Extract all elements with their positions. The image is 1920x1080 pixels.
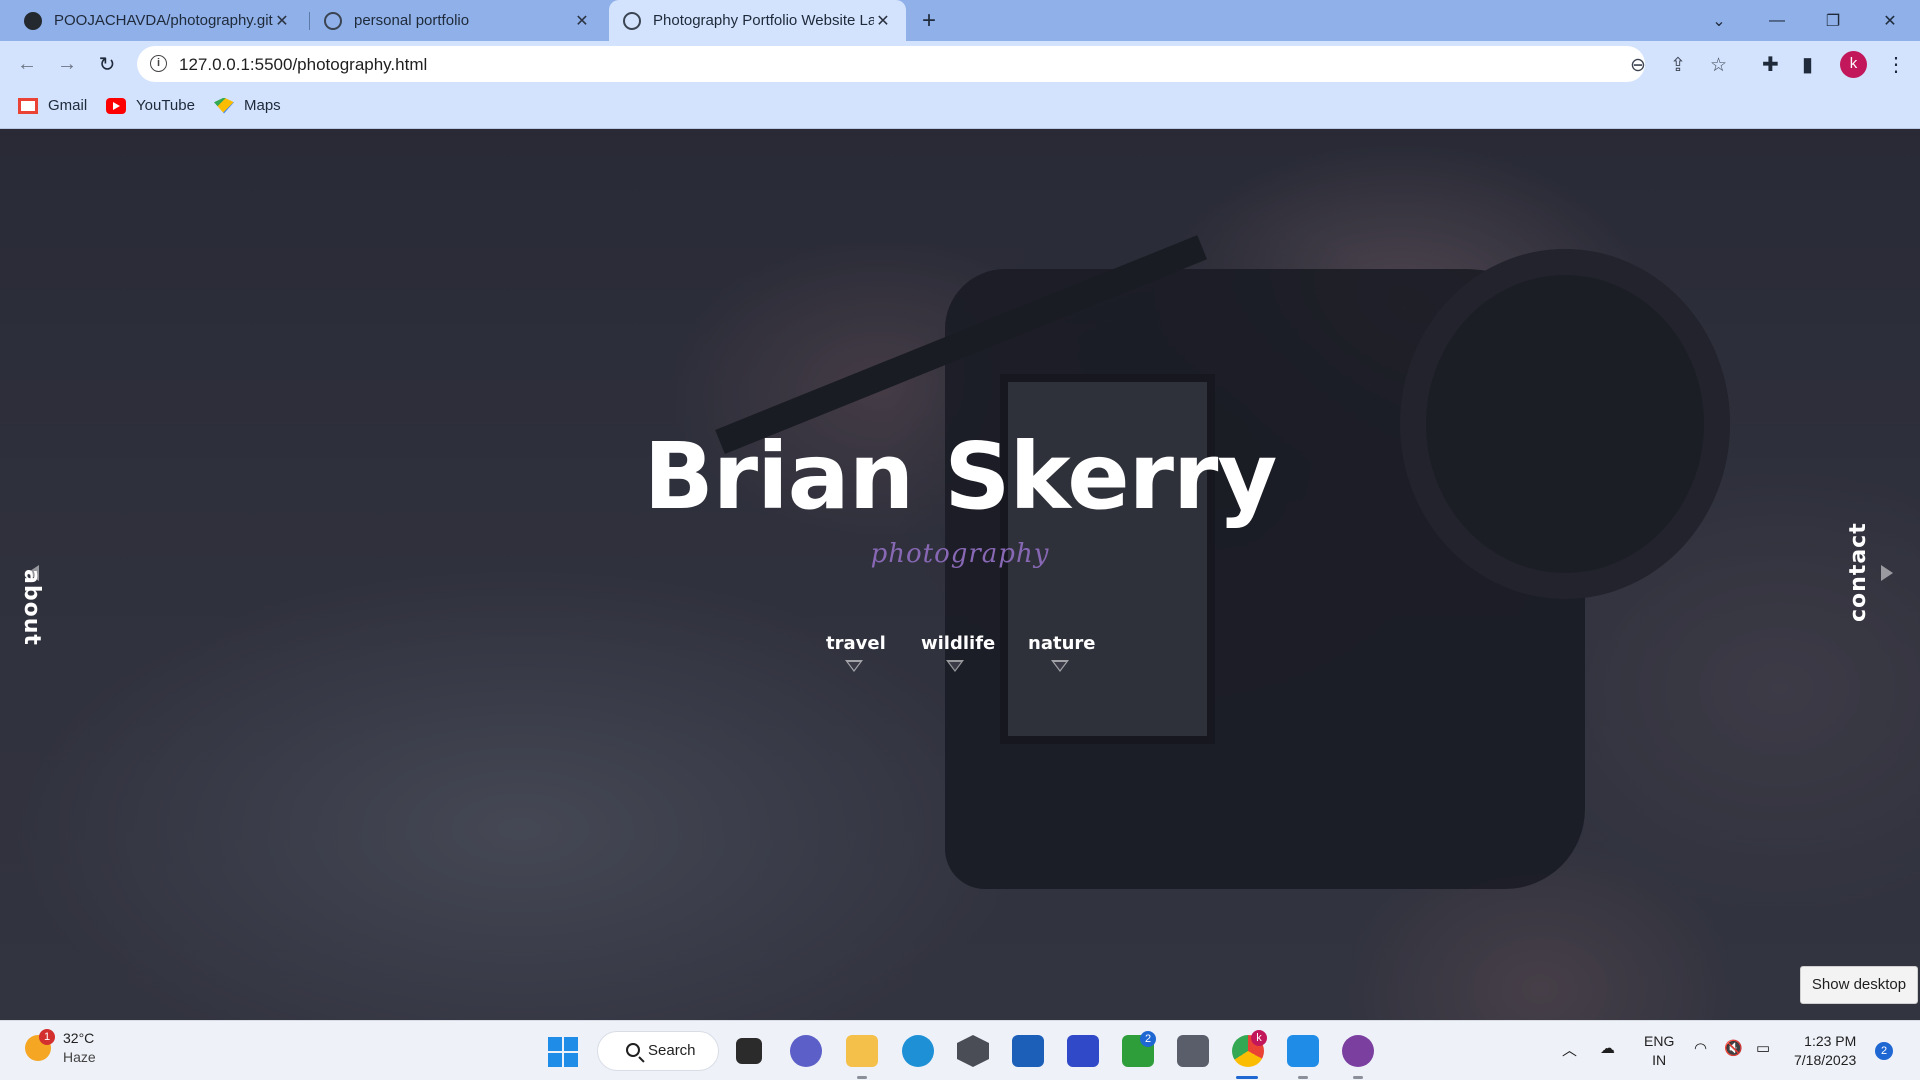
search-icon	[626, 1043, 640, 1057]
bookmark-youtube[interactable]: YouTube	[106, 97, 195, 114]
bookmark-gmail[interactable]: Gmail	[18, 97, 87, 114]
taskbar-search[interactable]: Search	[597, 1031, 719, 1071]
about-link[interactable]: about	[19, 569, 44, 646]
close-tab-icon[interactable]: ✕	[273, 11, 291, 31]
side-panel-icon[interactable]: ▮	[1802, 52, 1813, 77]
category-label: nature	[1028, 633, 1096, 654]
reload-icon[interactable]: ↻	[92, 49, 122, 79]
running-indicator	[1353, 1076, 1363, 1079]
bookmark-label: Maps	[244, 97, 281, 114]
windows-start-icon[interactable]	[548, 1037, 578, 1067]
minimize-icon[interactable]: —	[1749, 0, 1805, 41]
app-m-icon[interactable]	[1067, 1035, 1099, 1067]
youtube-icon	[106, 97, 126, 114]
clock-date: 7/18/2023	[1794, 1052, 1857, 1068]
weather-desc: Haze	[63, 1049, 96, 1065]
gmail-icon	[18, 97, 38, 114]
page-title: Brian Skerry	[643, 423, 1278, 530]
triangle-down-icon	[845, 660, 863, 672]
search-label: Search	[648, 1042, 696, 1059]
back-icon[interactable]: ←	[12, 49, 42, 79]
tab-title: Photography Portfolio Website La	[653, 12, 874, 29]
browser-toolbar: ← → ↻ i 127.0.0.1:5500/photography.html …	[0, 41, 1920, 87]
running-indicator	[857, 1076, 867, 1079]
weather-widget[interactable]: 1 32°C Haze	[25, 1029, 96, 1067]
wifi-icon[interactable]: ◠	[1694, 1039, 1707, 1057]
lang-primary: ENG	[1644, 1033, 1675, 1049]
category-wildlife[interactable]: wildlife	[921, 633, 995, 672]
bookmarks-bar: Gmail YouTube Maps	[0, 87, 1920, 129]
tab-title: personal portfolio	[354, 12, 470, 29]
volume-muted-icon[interactable]: 🔇	[1724, 1039, 1743, 1057]
new-tab-icon[interactable]: +	[922, 7, 936, 35]
share-icon[interactable]: ⇪	[1670, 54, 1686, 77]
windows-taskbar: 1 32°C Haze Search 2 k ︿ ☁ ENG IN ◠ 🔇 ▭ …	[0, 1020, 1920, 1080]
triangle-down-icon	[946, 660, 964, 672]
close-window-icon[interactable]: ✕	[1862, 0, 1918, 41]
chevron-up-icon[interactable]: ︿	[1562, 1039, 1577, 1060]
browser-tab-strip: POOJACHAVDA/photography.git ✕ personal p…	[0, 0, 1920, 41]
contact-link[interactable]: contact	[1846, 522, 1871, 622]
restore-icon[interactable]: ❐	[1805, 0, 1861, 41]
tab-title: POOJACHAVDA/photography.git	[54, 12, 273, 29]
running-indicator	[1298, 1076, 1308, 1079]
profile-avatar[interactable]: k	[1840, 51, 1867, 78]
tab-photography-active[interactable]: Photography Portfolio Website La ✕	[609, 0, 906, 41]
category-label: travel	[826, 633, 886, 654]
close-tab-icon[interactable]: ✕	[573, 11, 591, 31]
active-indicator	[1236, 1076, 1258, 1079]
menu-kebab-icon[interactable]: ⋮	[1886, 52, 1906, 77]
forward-icon[interactable]: →	[52, 49, 82, 79]
category-label: wildlife	[921, 633, 996, 654]
globe-icon	[623, 11, 641, 30]
bookmark-star-icon[interactable]: ☆	[1710, 54, 1727, 77]
hero-section: about contact Brian Skerry photography t…	[0, 129, 1920, 1020]
file-explorer-icon[interactable]	[846, 1035, 878, 1067]
edge-icon[interactable]	[902, 1035, 934, 1067]
language-indicator[interactable]: ENG IN	[1644, 1032, 1674, 1070]
github-desktop-icon[interactable]	[1342, 1035, 1374, 1067]
bookmark-label: YouTube	[136, 97, 195, 114]
sql-app-icon[interactable]	[1177, 1035, 1209, 1067]
clock[interactable]: 1:23 PM 7/18/2023	[1794, 1032, 1856, 1070]
close-tab-icon[interactable]: ✕	[874, 11, 892, 31]
onedrive-icon[interactable]: ☁	[1600, 1039, 1615, 1057]
xbox-badge: 2	[1140, 1031, 1156, 1047]
zoom-icon[interactable]: ⊖	[1630, 54, 1646, 77]
clock-time: 1:23 PM	[1804, 1033, 1857, 1049]
tab-personal-portfolio[interactable]: personal portfolio ✕	[310, 0, 605, 41]
tab-github[interactable]: POOJACHAVDA/photography.git ✕	[10, 0, 305, 41]
bookmark-maps[interactable]: Maps	[214, 97, 281, 114]
site-info-icon[interactable]: i	[150, 55, 167, 72]
lang-secondary: IN	[1652, 1052, 1667, 1068]
triangle-down-icon	[1051, 660, 1069, 672]
github-icon	[24, 11, 42, 30]
chrome-profile-badge: k	[1251, 1030, 1267, 1046]
maps-icon	[214, 97, 234, 114]
hero-overlay	[0, 129, 1920, 1020]
bookmark-label: Gmail	[48, 97, 88, 114]
tab-search-chevron-icon[interactable]: ⌄	[1691, 0, 1747, 41]
extensions-icon[interactable]: ✚	[1762, 52, 1779, 77]
teams-chat-icon[interactable]	[790, 1035, 822, 1067]
weather-temp: 32°C	[63, 1030, 95, 1046]
vscode-icon[interactable]	[1287, 1035, 1319, 1067]
battery-icon[interactable]: ▭	[1756, 1039, 1770, 1057]
category-nature[interactable]: nature	[1028, 633, 1096, 672]
app-cube-icon[interactable]	[957, 1035, 989, 1067]
globe-icon	[324, 11, 342, 30]
category-travel[interactable]: travel	[826, 633, 886, 672]
weather-sun-icon: 1	[25, 1029, 55, 1061]
weather-badge: 1	[39, 1029, 55, 1045]
page-subtitle: photography	[870, 539, 1050, 569]
task-view-icon[interactable]	[736, 1038, 762, 1064]
notification-badge[interactable]: 2	[1875, 1042, 1893, 1060]
microsoft-store-icon[interactable]	[1012, 1035, 1044, 1067]
address-bar[interactable]: i 127.0.0.1:5500/photography.html ⊖ ⇪ ☆	[137, 46, 1727, 82]
show-desktop-tooltip: Show desktop	[1800, 966, 1918, 1004]
address-url[interactable]: 127.0.0.1:5500/photography.html	[179, 55, 427, 75]
